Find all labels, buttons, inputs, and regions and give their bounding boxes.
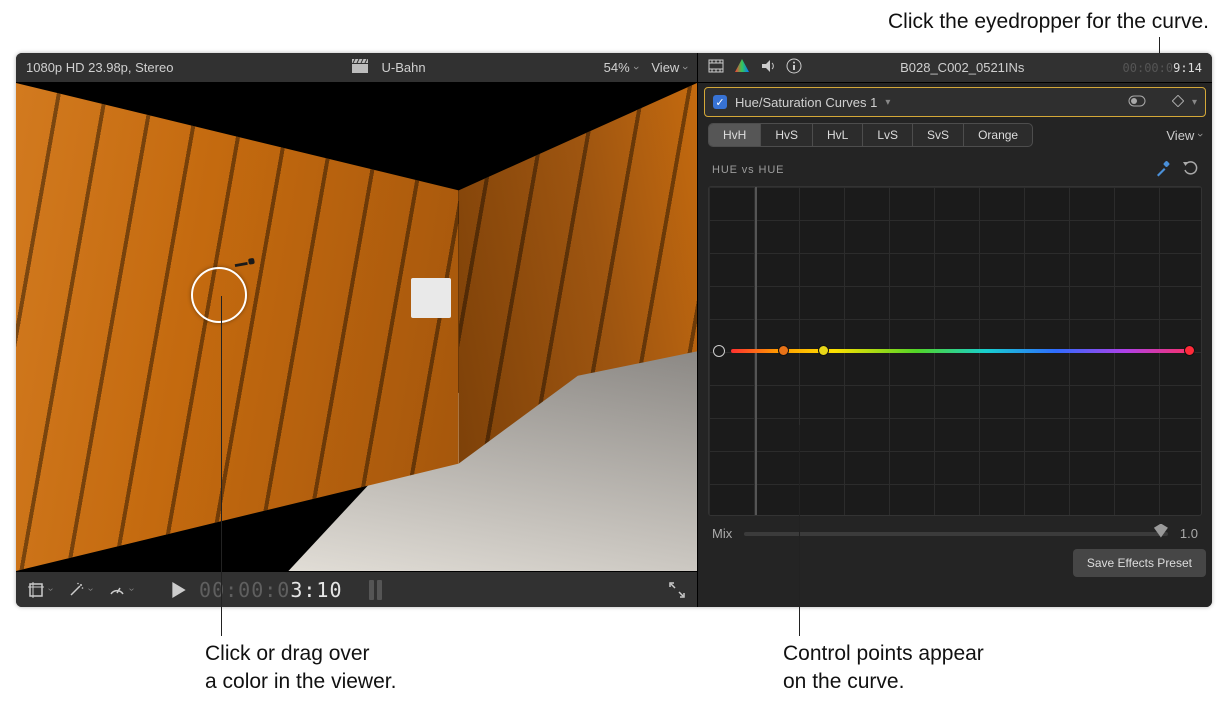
callout-bottom-left: Click or drag over a color in the viewer… [205,640,396,697]
retime-tool[interactable] [105,579,137,601]
save-preset-button[interactable]: Save Effects Preset [1073,549,1206,577]
viewer-header: 1080p HD 23.98p, Stereo U-Bahn 54% View [16,53,697,83]
slider-thumb[interactable] [1154,524,1168,538]
curve-tabs-row: HvH HvS HvL LvS SvS Orange View [698,117,1212,153]
effect-header-row[interactable]: ✓ Hue/Saturation Curves 1 ▾ ▾ [704,87,1206,117]
viewer-toolbar: 00:00:03:10 [16,571,697,607]
callout-line: on the curve. [783,668,984,696]
curve-editor: HUE vs HUE Mix [708,153,1202,545]
tab-svs[interactable]: SvS [913,124,964,146]
eyedropper-icon[interactable] [1154,159,1172,180]
audio-meter [369,580,382,600]
viewer-canvas[interactable] [16,83,697,571]
tab-hvl[interactable]: HvL [813,124,863,146]
clip-timecode: 00:00:09:14 [1123,61,1202,75]
timecode-bright: 3:10 [290,578,342,602]
color-inspector-tab[interactable] [734,58,750,77]
project-name: U-Bahn [382,60,426,75]
enhance-wand-tool[interactable] [64,579,96,601]
video-frame [16,83,697,571]
curve-view-dropdown[interactable]: View [1166,128,1202,143]
clip-tc-dim: 00:00:0 [1123,61,1174,75]
tab-orange[interactable]: Orange [964,124,1032,146]
fullscreen-button[interactable] [665,579,689,601]
curve-endpoint[interactable] [713,345,725,357]
curve-title: HUE vs HUE [712,164,784,176]
video-inspector-tab[interactable] [708,58,724,77]
clip-name: B028_C002_0521INs [812,60,1113,75]
color-sample-loupe[interactable] [191,267,247,323]
callout-bottom-right: Control points appear on the curve. [783,640,984,697]
effect-name[interactable]: Hue/Saturation Curves 1 [735,95,877,110]
clapper-icon [352,59,368,76]
curve-tabs: HvH HvS HvL LvS SvS Orange [708,123,1033,147]
mix-label: Mix [712,526,732,541]
callout-line: Control points appear [783,640,984,668]
curve-canvas[interactable] [708,186,1202,516]
crop-tool[interactable] [24,579,56,601]
callout-top: Click the eyedropper for the curve. [589,8,1209,36]
mask-icon[interactable] [1128,95,1146,110]
effect-enable-checkbox[interactable]: ✓ [713,95,727,109]
callout-line: Click or drag over [205,640,396,668]
audio-inspector-tab[interactable] [760,58,776,77]
mix-row: Mix 1.0 [708,516,1202,541]
zoom-dropdown[interactable]: 54% [604,60,638,75]
callout-line: a color in the viewer. [205,668,396,696]
viewer-pane: 1080p HD 23.98p, Stereo U-Bahn 54% View [16,53,698,607]
timecode-dim: 00:00:0 [199,578,290,602]
inspector-header: B028_C002_0521INs 00:00:09:14 [698,53,1212,83]
clip-tc-bright: 9:14 [1173,61,1202,75]
tab-hvh[interactable]: HvH [709,124,761,146]
tab-lvs[interactable]: LvS [863,124,913,146]
play-button[interactable] [167,579,191,601]
view-dropdown[interactable]: View [651,60,687,75]
hue-curve-line[interactable] [731,349,1195,353]
mix-value: 1.0 [1180,526,1198,541]
leader-line [799,425,800,636]
inspector-pane: B028_C002_0521INs 00:00:09:14 ✓ Hue/Satu… [698,53,1212,607]
keyframe-icon[interactable] [1172,95,1184,110]
tab-hvs[interactable]: HvS [761,124,813,146]
mix-slider[interactable] [744,532,1168,536]
info-inspector-tab[interactable] [786,58,802,77]
chevron-down-icon[interactable]: ▾ [885,97,890,108]
format-label: 1080p HD 23.98p, Stereo [26,60,173,75]
app-window: 1080p HD 23.98p, Stereo U-Bahn 54% View [16,53,1212,607]
chevron-down-icon[interactable]: ▾ [1192,97,1197,108]
reset-arrow-icon[interactable] [1182,160,1198,179]
leader-line [221,296,222,636]
control-point[interactable] [818,345,829,356]
